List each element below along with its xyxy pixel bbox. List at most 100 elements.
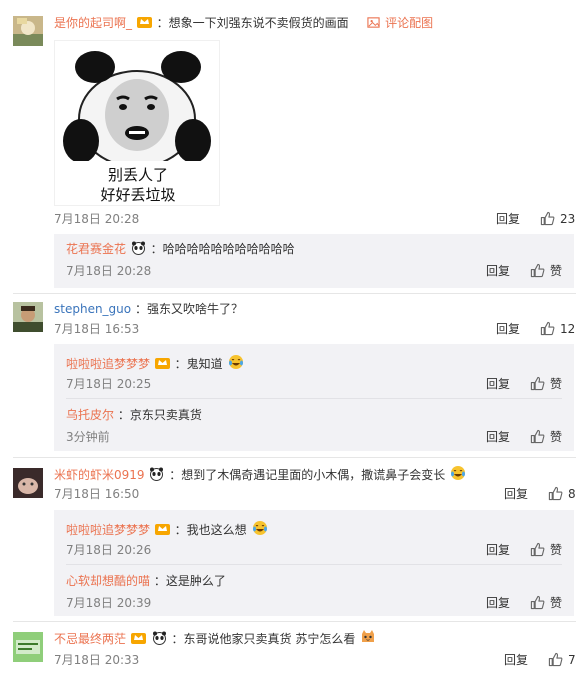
username-link[interactable]: 乌托皮尔: [66, 408, 114, 422]
thumbs-up-icon: [548, 652, 563, 667]
like-label: 赞: [550, 430, 563, 444]
timestamp: 7月18日 20:28: [54, 212, 140, 226]
vip-crown-icon[interactable]: [154, 356, 170, 370]
like-count: 12: [560, 322, 576, 336]
username-link[interactable]: 米虾的虾米0919: [54, 468, 145, 482]
comment-meta: 7月18日 16:53 回复 12: [54, 321, 576, 337]
comment-header: 不忌最终两茫 ：东哥说他家只卖真货 苏宁怎么看: [54, 629, 377, 647]
image-icon: [367, 17, 380, 28]
username-link[interactable]: 心软却想酷的喵: [66, 574, 150, 588]
thumbs-up-icon: [530, 542, 545, 557]
like-count: 23: [560, 212, 576, 226]
thumbs-up-icon: [548, 486, 563, 501]
like-label: 赞: [550, 377, 563, 391]
reply-meta: 7月18日 20:25 回复 赞: [66, 376, 566, 392]
image-caption-line1: 别丢人了: [107, 166, 168, 184]
reply-item: 心软却想酷的喵 ：这是肿么了 7月18日 20:39 回复 赞: [66, 573, 566, 613]
username-link[interactable]: 啦啦啦追梦梦梦: [66, 523, 150, 537]
reply-header: 花君赛金花 ：哈哈哈哈哈哈哈哈哈哈哈: [66, 241, 295, 257]
laugh-cry-emoji-icon: [228, 355, 243, 369]
vip-crown-icon[interactable]: [154, 522, 170, 536]
reply-text: ：这是肿么了: [153, 574, 226, 588]
thumbs-up-icon: [540, 211, 555, 226]
reply-header: 乌托皮尔 ：京东只卖真货: [66, 407, 202, 423]
panda-meme-icon: [55, 41, 219, 161]
reply-item: 花君赛金花 ：哈哈哈哈哈哈哈哈哈哈哈 7月18日 20:28 回复 赞: [66, 241, 566, 281]
reply-separator: [66, 564, 562, 565]
comment-meta: 7月18日 16:50 回复 8: [54, 486, 576, 502]
reply-text: ：京东只卖真货: [117, 408, 202, 422]
reply-button[interactable]: 回复: [504, 652, 528, 668]
username-link[interactable]: stephen_guo: [54, 302, 131, 316]
thumbs-up-icon: [530, 595, 545, 610]
laugh-cry-emoji-icon: [451, 466, 466, 480]
username-link[interactable]: 不忌最终两茫: [54, 632, 126, 646]
thumbs-up-icon: [540, 321, 555, 336]
reply-header: 心软却想酷的喵 ：这是肿么了: [66, 573, 226, 589]
comment-text: ：想到了木偶奇遇记里面的小木偶，撒谎鼻子会变长: [169, 468, 446, 482]
avatar[interactable]: [13, 468, 43, 498]
timestamp: 3分钟前: [66, 430, 110, 444]
timestamp: 7月18日 20:26: [66, 543, 152, 557]
avatar[interactable]: [13, 632, 43, 662]
comment-header: 米虾的虾米0919 ：想到了木偶奇遇记里面的小木偶，撒谎鼻子会变长: [54, 465, 467, 483]
timestamp: 7月18日 20:33: [54, 653, 140, 667]
replies-box: 花君赛金花 ：哈哈哈哈哈哈哈哈哈哈哈 7月18日 20:28 回复 赞: [54, 234, 574, 288]
reply-item: 乌托皮尔 ：京东只卖真货 3分钟前 回复 赞: [66, 407, 566, 447]
comment-item: 是你的起司啊_ ：想象一下刘强东说不卖假货的画面 评论配图 别丢人了 好好丢垃圾…: [0, 0, 584, 288]
panda-emoji-icon: [150, 467, 164, 481]
reply-meta: 7月18日 20:28 回复 赞: [66, 263, 566, 279]
timestamp: 7月18日 16:50: [54, 487, 140, 501]
avatar[interactable]: [13, 16, 43, 46]
like-count: 8: [568, 487, 576, 501]
panda-emoji-icon: [131, 241, 145, 255]
comment-text: ：强东又吹啥牛了？: [134, 302, 243, 316]
panda-emoji-icon: [152, 631, 166, 645]
reply-text: ：哈哈哈哈哈哈哈哈哈哈哈: [150, 242, 295, 256]
reply-button[interactable]: 回复: [486, 595, 510, 611]
replies-box: 啦啦啦追梦梦梦 ：鬼知道 7月18日 20:25 回复 赞 乌托皮尔 ：京东只卖…: [54, 344, 574, 451]
reply-button[interactable]: 回复: [486, 429, 510, 445]
reply-meta: 3分钟前 回复 赞: [66, 429, 566, 445]
comment-pic-link[interactable]: 评论配图: [385, 16, 433, 30]
thumbs-up-icon: [530, 429, 545, 444]
comment-image[interactable]: 别丢人了 好好丢垃圾: [54, 40, 220, 206]
comment-item: 米虾的虾米0919 ：想到了木偶奇遇记里面的小木偶，撒谎鼻子会变长 7月18日 …: [0, 458, 584, 618]
like-label: 赞: [550, 596, 563, 610]
reply-button[interactable]: 回复: [496, 211, 520, 227]
thumbs-up-icon: [530, 376, 545, 391]
reply-meta: 7月18日 20:26 回复 赞: [66, 542, 566, 558]
comment-text: ：想象一下刘强东说不卖假货的画面: [156, 16, 349, 30]
vip-crown-icon[interactable]: [130, 631, 146, 645]
reply-header: 啦啦啦追梦梦梦 ：鬼知道: [66, 354, 245, 372]
reply-button[interactable]: 回复: [486, 263, 510, 279]
timestamp: 7月18日 16:53: [54, 322, 140, 336]
vip-crown-icon[interactable]: [136, 15, 152, 29]
comment-meta: 7月18日 20:33 回复 7: [54, 652, 576, 668]
reply-button[interactable]: 回复: [486, 376, 510, 392]
reply-meta: 7月18日 20:39 回复 赞: [66, 595, 566, 611]
cat-emoji-icon: [362, 630, 375, 642]
reply-item: 啦啦啦追梦梦梦 ：我也这么想 7月18日 20:26 回复 赞: [66, 520, 566, 560]
laugh-cry-emoji-icon: [252, 521, 267, 535]
timestamp: 7月18日 20:39: [66, 596, 152, 610]
reply-separator: [66, 398, 562, 399]
comment-meta: 7月18日 20:28 回复 23: [54, 211, 576, 227]
reply-button[interactable]: 回复: [486, 542, 510, 558]
avatar[interactable]: [13, 302, 43, 332]
like-count: 7: [568, 653, 576, 667]
comment-item: stephen_guo ：强东又吹啥牛了？ 7月18日 16:53 回复 12 …: [0, 294, 584, 454]
timestamp: 7月18日 20:28: [66, 264, 152, 278]
username-link[interactable]: 花君赛金花: [66, 242, 126, 256]
comment-header: stephen_guo ：强东又吹啥牛了？: [54, 301, 243, 317]
reply-button[interactable]: 回复: [504, 486, 528, 502]
comment-text: ：东哥说他家只卖真货 苏宁怎么看: [171, 632, 356, 646]
username-link[interactable]: 是你的起司啊_: [54, 16, 132, 30]
comment-header: 是你的起司啊_ ：想象一下刘强东说不卖假货的画面 评论配图: [54, 15, 433, 31]
like-label: 赞: [550, 543, 563, 557]
replies-box: 啦啦啦追梦梦梦 ：我也这么想 7月18日 20:26 回复 赞 心软却想酷的喵 …: [54, 510, 574, 616]
reply-button[interactable]: 回复: [496, 321, 520, 337]
reply-text: ：我也这么想: [174, 523, 247, 537]
image-caption-line2: 好好丢垃圾: [100, 186, 176, 204]
username-link[interactable]: 啦啦啦追梦梦梦: [66, 357, 150, 371]
